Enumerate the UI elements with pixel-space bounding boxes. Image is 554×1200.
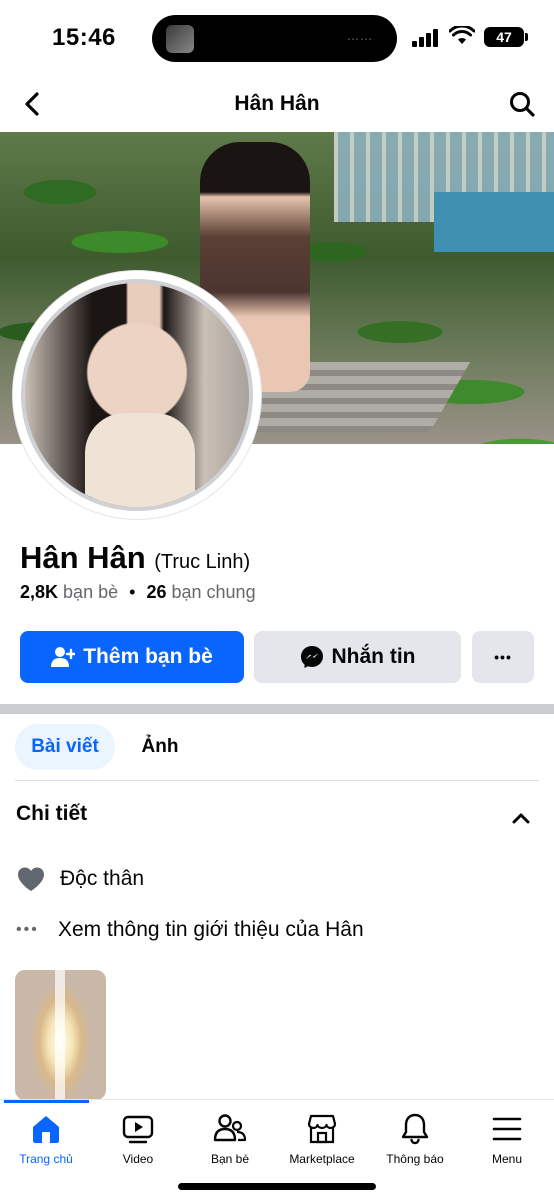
header-title: Hân Hân: [234, 92, 320, 115]
chevron-up-icon[interactable]: [512, 812, 530, 824]
friends-count[interactable]: 2,8K: [20, 582, 58, 602]
tab-posts[interactable]: Bài viết: [15, 724, 115, 770]
more-options-button[interactable]: •••: [472, 631, 534, 683]
status-bar: 15:46 ⋯⋯ 47: [0, 0, 554, 76]
message-button[interactable]: Nhắn tin: [254, 631, 461, 683]
nav-video-label: Video: [122, 1152, 154, 1166]
tabs-divider: [15, 780, 539, 781]
profile-alternate-name: (Truc Linh): [154, 551, 251, 573]
cellular-signal-icon: [412, 29, 440, 47]
see-about-link[interactable]: Xem thông tin giới thiệu của Hân: [58, 918, 364, 942]
add-friend-button[interactable]: Thêm bạn bè: [20, 631, 244, 683]
nav-friends[interactable]: Bạn bè: [184, 1112, 276, 1166]
featured-photo[interactable]: [15, 970, 106, 1100]
profile-name-row: Hân Hân (Truc Linh): [20, 540, 250, 576]
about-row[interactable]: ••• Xem thông tin giới thiệu của Hân: [16, 918, 364, 942]
island-activity-icon: ⋯⋯: [347, 32, 373, 46]
home-icon: [33, 1116, 59, 1143]
mutual-count[interactable]: 26: [146, 582, 166, 602]
profile-avatar[interactable]: [21, 279, 253, 511]
marketplace-icon: [307, 1114, 337, 1144]
relationship-status: Độc thân: [60, 867, 145, 890]
profile-stats: 2,8K bạn bè • 26 bạn chung: [20, 582, 256, 603]
tab-photos[interactable]: Ảnh: [125, 724, 195, 770]
nav-active-indicator: [4, 1100, 89, 1103]
menu-icon: [492, 1117, 522, 1141]
add-friend-label: Thêm bạn bè: [83, 645, 213, 668]
nav-friends-label: Bạn bè: [210, 1152, 250, 1166]
nav-home-label: Trang chủ: [19, 1152, 73, 1166]
messenger-icon: [300, 646, 323, 668]
message-label: Nhắn tin: [331, 645, 416, 668]
status-time: 15:46: [52, 24, 116, 51]
add-friend-icon: [51, 647, 76, 667]
mutual-label[interactable]: bạn chung: [172, 582, 256, 602]
nav-notifications[interactable]: Thông báo: [369, 1112, 461, 1166]
more-dots-icon: •••: [16, 921, 39, 938]
relationship-row: Độc thân: [16, 866, 144, 892]
friends-icon: [213, 1114, 247, 1142]
dynamic-island: ⋯⋯: [152, 15, 397, 62]
nav-notifications-label: Thông báo: [386, 1152, 444, 1166]
nav-video[interactable]: Video: [92, 1112, 184, 1166]
heart-icon: [18, 867, 44, 891]
section-divider: [0, 704, 554, 714]
nav-menu-label: Menu: [491, 1152, 523, 1166]
battery-icon: 47: [484, 27, 528, 47]
nav-menu[interactable]: Menu: [461, 1112, 553, 1166]
wifi-icon: [449, 26, 475, 44]
search-icon[interactable]: [508, 90, 536, 118]
details-title: Chi tiết: [16, 802, 88, 825]
island-avatar: [166, 25, 194, 53]
profile-header: Hân Hân: [0, 76, 554, 132]
nav-marketplace[interactable]: Marketplace: [276, 1112, 368, 1166]
home-indicator: [178, 1183, 376, 1190]
profile-name: Hân Hân: [20, 540, 146, 575]
stats-separator: •: [129, 582, 136, 602]
nav-home[interactable]: Trang chủ: [0, 1112, 92, 1166]
nav-marketplace-label: Marketplace: [289, 1152, 355, 1166]
more-options-icon: •••: [494, 649, 512, 665]
video-icon: [122, 1115, 154, 1144]
bell-icon: [401, 1113, 429, 1145]
friends-label[interactable]: bạn bè: [63, 582, 118, 602]
